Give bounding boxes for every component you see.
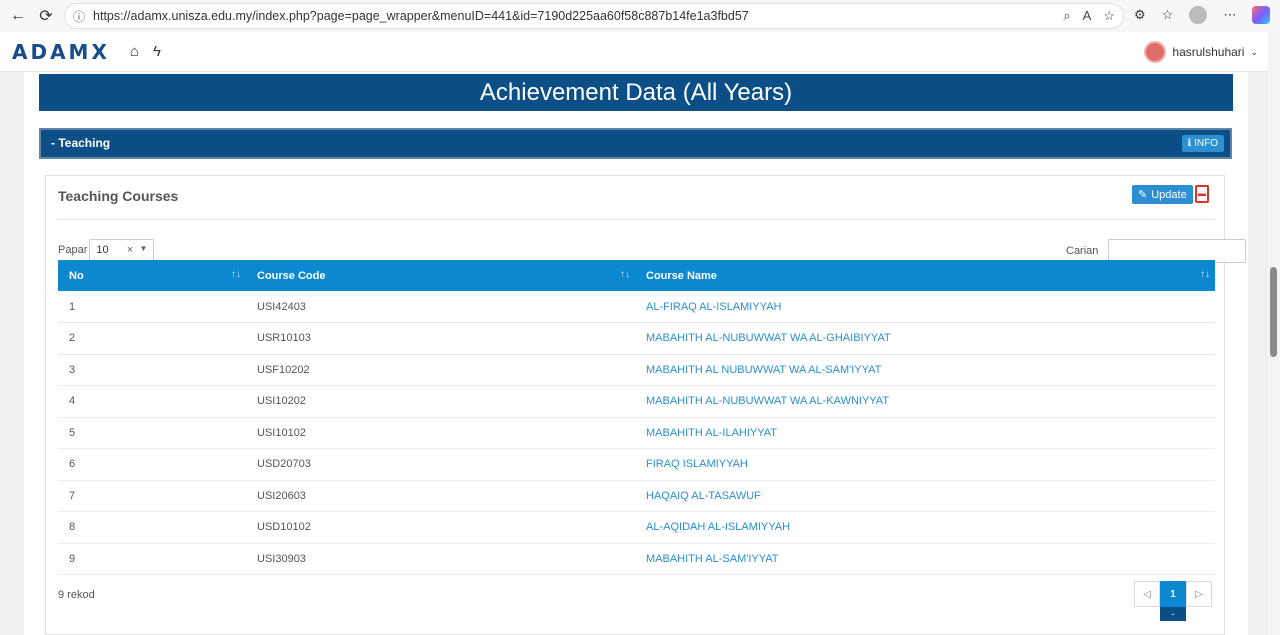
cell-no: 8 xyxy=(58,511,246,544)
column-header-no[interactable]: No ↑↓ xyxy=(58,260,246,291)
table-row: 9 USI30903 MABAHITH AL-SAM'IYYAT xyxy=(58,543,1215,575)
edit-icon: ✎ xyxy=(1138,189,1148,201)
cell-course-name[interactable]: HAQAIQ AL-TASAWUF xyxy=(635,480,1215,512)
user-menu[interactable]: hasrulshuhari ⌄ xyxy=(1144,41,1258,63)
next-page-button[interactable]: ▷ xyxy=(1186,581,1212,607)
update-button[interactable]: ✎ Update xyxy=(1132,185,1193,204)
page-scrollbar[interactable] xyxy=(1268,32,1280,635)
cell-course-code: USI42403 xyxy=(246,291,635,323)
cell-no: 1 xyxy=(58,291,246,323)
section-label: - Teaching xyxy=(51,136,111,150)
section-teaching-header[interactable]: - Teaching ℹ INFO xyxy=(39,128,1232,159)
address-bar[interactable]: ⓘ https://adamx.unisza.edu.my/index.php?… xyxy=(64,3,1124,29)
user-name: hasrulshuhari xyxy=(1172,45,1245,59)
table-row: 6 USD20703 FIRAQ ISLAMIYYAH xyxy=(58,448,1215,481)
column-header-course-code[interactable]: Course Code ↑↓ xyxy=(246,260,635,291)
read-aloud-icon[interactable]: A xyxy=(1083,8,1092,24)
table-row: 2 USR10103 MABAHITH AL-NUBUWWAT WA AL-GHAI… xyxy=(58,322,1215,355)
table-row: 1 USI42403 AL-FIRAQ AL-ISLAMIYYAH xyxy=(58,291,1215,323)
browser-toolbar: ← ⟳ ⓘ https://adamx.unisza.edu.my/index.… xyxy=(0,0,1280,32)
cell-no: 3 xyxy=(58,354,246,386)
courses-table: No ↑↓ Course Code ↑↓ Course Name ↑↓ 1 USI424… xyxy=(58,260,1215,575)
pagination: ◁ 1 ▷ - xyxy=(1134,581,1212,621)
record-count: 9 rekod xyxy=(58,589,95,601)
page-1-button[interactable]: 1 xyxy=(1160,581,1186,607)
page-length-select[interactable]: 10 × ▼ xyxy=(89,239,155,261)
page-title: Achievement Data (All Years) xyxy=(39,74,1233,111)
cell-course-code: USD20703 xyxy=(246,448,635,481)
page-content: Achievement Data (All Years) - Teaching … xyxy=(24,72,1248,635)
sort-icon: ↑↓ xyxy=(1200,269,1210,280)
info-button[interactable]: ℹ INFO xyxy=(1181,135,1224,152)
chevron-down-icon: ⌄ xyxy=(1250,46,1258,57)
page-length-control: Papar 10 × ▼ xyxy=(58,239,155,261)
info-icon: ℹ xyxy=(1187,138,1192,149)
sort-icon: ↑↓ xyxy=(231,269,241,280)
refresh-icon[interactable]: ⟳ xyxy=(32,2,60,30)
card-title: Teaching Courses xyxy=(58,188,179,204)
copilot-icon[interactable] xyxy=(1252,6,1271,24)
site-info-icon[interactable]: ⓘ xyxy=(73,8,85,25)
cell-no: 9 xyxy=(58,543,246,575)
divider xyxy=(58,219,1214,220)
adamx-logo[interactable]: ADAMX xyxy=(12,40,110,64)
back-icon[interactable]: ← xyxy=(4,2,32,30)
url-text: https://adamx.unisza.edu.my/index.php?pa… xyxy=(93,9,749,23)
page-length-value: 10 xyxy=(96,244,109,256)
more-options-icon[interactable]: ⋯ xyxy=(1223,7,1236,23)
cell-course-code: USI30903 xyxy=(246,543,635,575)
cell-no: 4 xyxy=(58,385,246,418)
update-label: Update xyxy=(1151,188,1187,201)
papar-label: Papar xyxy=(58,244,88,256)
home-icon[interactable]: ⌂ xyxy=(130,43,139,60)
scroll-thumb[interactable] xyxy=(1270,267,1277,357)
cell-course-name[interactable]: MABAHITH AL NUBUWWAT WA AL-SAM'IYYAT xyxy=(635,354,1215,386)
table-row: 8 USD10102 AL-AQIDAH AL-ISLAMIYYAH xyxy=(58,511,1215,544)
info-label: INFO xyxy=(1194,138,1218,149)
clear-icon[interactable]: × xyxy=(127,244,133,256)
app-header: ADAMX ⌂ ϟ hasrulshuhari ⌄ xyxy=(0,32,1268,72)
cell-course-name[interactable]: MABAHITH AL-SAM'IYYAT xyxy=(635,543,1215,575)
cell-no: 5 xyxy=(58,417,246,449)
favorite-star-icon[interactable]: ☆ xyxy=(1103,8,1115,24)
pdf-export-icon[interactable]: ▬ xyxy=(1195,185,1209,203)
cell-course-name[interactable]: AL-FIRAQ AL-ISLAMIYYAH xyxy=(635,291,1215,323)
carian-label: Carian xyxy=(1066,245,1099,257)
cell-course-name[interactable]: MABAHITH AL-NUBUWWAT WA AL-GHAIBIYYAT xyxy=(635,322,1215,355)
cell-course-code: USR10103 xyxy=(246,322,635,355)
sort-icon: ↑↓ xyxy=(620,269,630,280)
zoom-icon[interactable]: ⌕ xyxy=(1063,8,1070,24)
favorites-icon[interactable]: ☆ xyxy=(1162,7,1174,23)
cell-course-code: USD10102 xyxy=(246,511,635,544)
user-avatar xyxy=(1144,41,1167,63)
column-header-course-name[interactable]: Course Name ↑↓ xyxy=(635,260,1215,291)
cell-no: 7 xyxy=(58,480,246,512)
table-row: 3 USF10202 MABAHITH AL NUBUWWAT WA AL-SAM'… xyxy=(58,354,1215,386)
prev-page-button[interactable]: ◁ xyxy=(1134,581,1160,607)
table-row: 7 USI20603 HAQAIQ AL-TASAWUF xyxy=(58,480,1215,512)
cell-course-code: USI10102 xyxy=(246,417,635,449)
cell-course-name[interactable]: FIRAQ ISLAMIYYAH xyxy=(635,448,1215,481)
cell-course-name[interactable]: MABAHITH AL-NUBUWWAT WA AL-KAWNIYYAT xyxy=(635,385,1215,418)
cell-no: 2 xyxy=(58,322,246,355)
cell-course-code: USI20603 xyxy=(246,480,635,512)
teaching-courses-card: Teaching Courses ✎ Update ▬ Papar 10 × ▼… xyxy=(45,175,1247,635)
cell-course-code: USI10202 xyxy=(246,385,635,418)
extensions-icon[interactable]: ⚙ xyxy=(1134,7,1146,23)
pagination-tooltip: - xyxy=(1160,607,1186,621)
profile-avatar-icon[interactable] xyxy=(1189,6,1208,24)
table-header-row: No ↑↓ Course Code ↑↓ Course Name ↑↓ xyxy=(58,260,1215,291)
cell-course-code: USF10202 xyxy=(246,354,635,386)
caret-down-icon[interactable]: ▼ xyxy=(139,244,147,253)
table-row: 5 USI10102 MABAHITH AL-ILAHIYYAT xyxy=(58,417,1215,449)
cell-course-name[interactable]: AL-AQIDAH AL-ISLAMIYYAH xyxy=(635,511,1215,544)
lightning-icon[interactable]: ϟ xyxy=(153,43,161,60)
table-row: 4 USI10202 MABAHITH AL-NUBUWWAT WA AL-KAWN… xyxy=(58,385,1215,418)
cell-no: 6 xyxy=(58,448,246,481)
cell-course-name[interactable]: MABAHITH AL-ILAHIYYAT xyxy=(635,417,1215,449)
